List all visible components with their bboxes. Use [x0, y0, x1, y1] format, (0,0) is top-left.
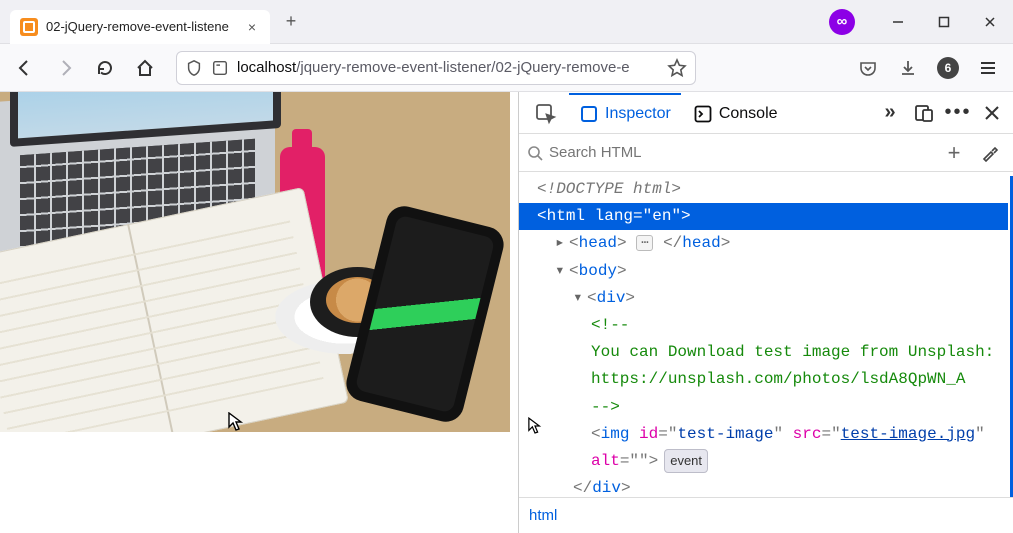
search-icon — [527, 145, 543, 161]
window-titlebar: 02-jQuery-remove-event-listene × + ∞ — [0, 0, 1013, 44]
window-minimize-button[interactable] — [875, 0, 921, 44]
dom-div-element[interactable]: ▾<div> — [519, 285, 1008, 312]
page-info-icon[interactable] — [211, 59, 229, 77]
dom-html-element[interactable]: <html lang="en"> — [519, 203, 1008, 230]
dom-comment-line2[interactable]: https://unsplash.com/photos/lsdA8QpWN_A — [519, 366, 1008, 393]
new-tab-button[interactable]: + — [276, 7, 306, 37]
add-node-button[interactable]: + — [939, 138, 969, 168]
browser-toolbar: localhost/jquery-remove-event-listener/0… — [0, 44, 1013, 92]
app-menu-button[interactable] — [971, 51, 1005, 85]
devtools-breadcrumbs[interactable]: html — [519, 497, 1013, 533]
dom-comment-close[interactable]: --> — [519, 394, 1008, 421]
devtools-menu-button[interactable]: ••• — [943, 98, 973, 128]
eyedropper-button[interactable] — [975, 138, 1005, 168]
reload-button[interactable] — [88, 51, 122, 85]
console-tab[interactable]: Console — [683, 93, 788, 133]
devtools-search-bar: + — [519, 134, 1013, 172]
account-button[interactable]: 6 — [931, 51, 965, 85]
devtools-tabbar: Inspector Console » ••• — [519, 92, 1013, 134]
dom-comment-line1[interactable]: You can Download test image from Unsplas… — [519, 339, 1008, 366]
window-close-button[interactable] — [967, 0, 1013, 44]
devtools-close-button[interactable] — [977, 98, 1007, 128]
forward-button[interactable] — [48, 51, 82, 85]
url-bar[interactable]: localhost/jquery-remove-event-listener/0… — [176, 51, 696, 85]
account-badge: 6 — [937, 57, 959, 79]
url-text: localhost/jquery-remove-event-listener/0… — [237, 59, 659, 76]
devtools-panel: Inspector Console » ••• + — [518, 92, 1013, 533]
bookmark-star-icon[interactable] — [667, 58, 687, 78]
event-badge[interactable]: event — [664, 449, 708, 473]
dom-comment-open[interactable]: <!-- — [519, 312, 1008, 339]
test-image[interactable] — [0, 92, 510, 432]
dom-div-close[interactable]: </div> — [519, 475, 1008, 497]
xampp-favicon — [20, 18, 38, 36]
inspector-tab-label: Inspector — [605, 105, 671, 123]
dom-doctype[interactable]: <!DOCTYPE html> — [519, 176, 1008, 203]
shield-icon[interactable] — [185, 59, 203, 77]
content-area: Inspector Console » ••• + — [0, 92, 1013, 533]
tab-title: 02-jQuery-remove-event-listene — [46, 19, 244, 34]
responsive-design-button[interactable] — [909, 98, 939, 128]
dom-head-element[interactable]: ▸<head> ⋯ </head> — [519, 230, 1008, 257]
console-tab-label: Console — [719, 105, 778, 123]
inspector-tab[interactable]: Inspector — [569, 93, 681, 133]
mouse-cursor-icon — [528, 417, 542, 435]
page-viewport — [0, 92, 518, 533]
devtools-overflow-button[interactable]: » — [875, 98, 905, 128]
mouse-cursor-icon — [228, 412, 244, 432]
devtools-html-search[interactable] — [549, 144, 933, 161]
home-button[interactable] — [128, 51, 162, 85]
back-button[interactable] — [8, 51, 42, 85]
window-maximize-button[interactable] — [921, 0, 967, 44]
downloads-button[interactable] — [891, 51, 925, 85]
private-browsing-icon: ∞ — [829, 9, 855, 35]
breadcrumb-html[interactable]: html — [529, 507, 557, 524]
pocket-button[interactable] — [851, 51, 885, 85]
tab-close-button[interactable]: × — [244, 19, 260, 35]
browser-tab[interactable]: 02-jQuery-remove-event-listene × — [10, 10, 270, 44]
dom-img-element[interactable]: <img id="test-image" src="test-image.jpg… — [519, 421, 1008, 448]
dom-tree[interactable]: <!DOCTYPE html> <html lang="en"> ▸<head>… — [519, 172, 1013, 497]
dom-img-element-cont[interactable]: alt="">event — [519, 448, 1008, 475]
dom-body-element[interactable]: ▾<body> — [519, 258, 1008, 285]
element-picker-button[interactable] — [525, 93, 567, 133]
